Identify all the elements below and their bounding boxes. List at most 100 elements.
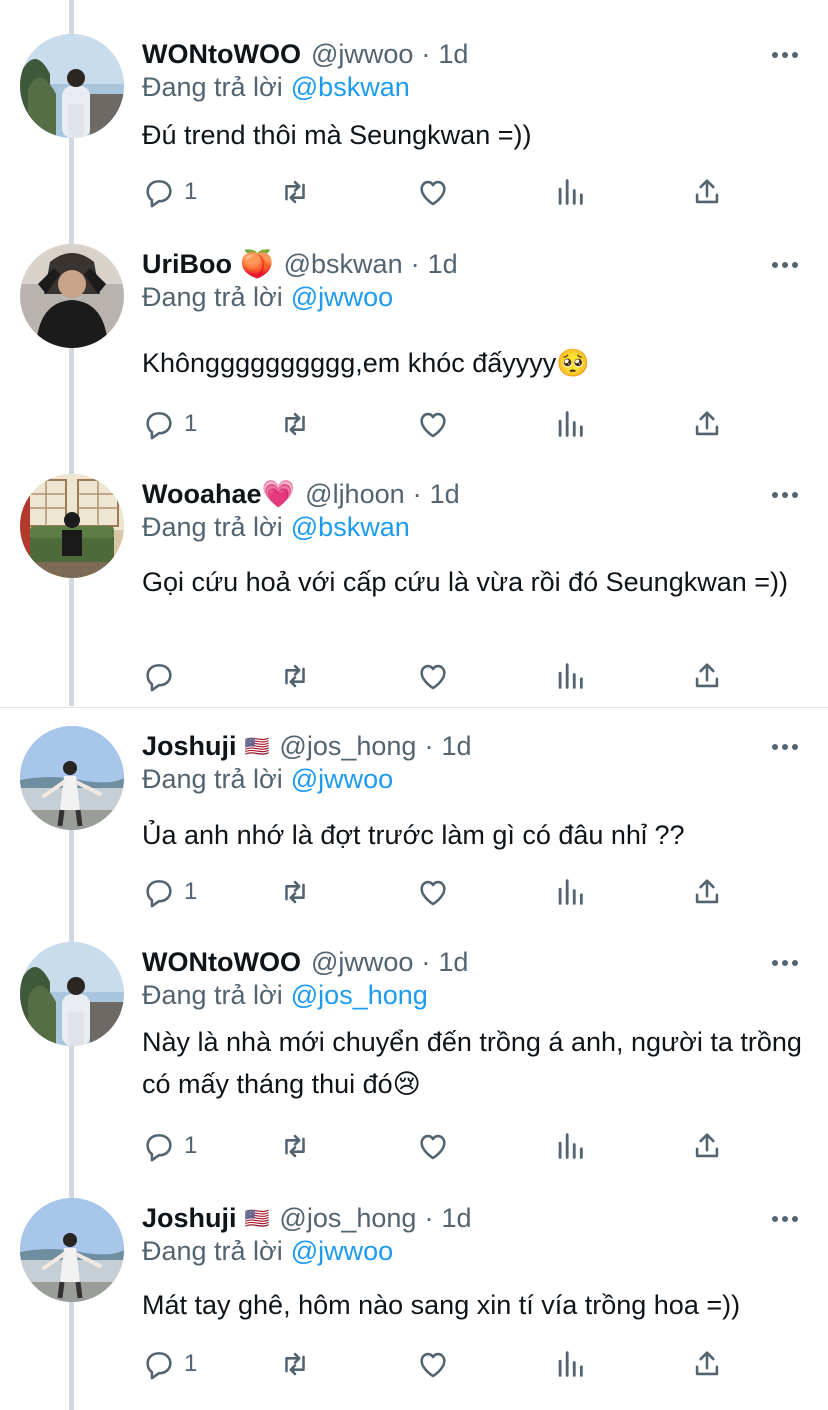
avatar-wontowoo-image	[20, 34, 124, 138]
reply-count: 1	[184, 878, 198, 905]
like-button[interactable]	[416, 1344, 450, 1384]
retweet-button[interactable]	[278, 1126, 312, 1166]
mention-link[interactable]: @bskwan	[291, 72, 410, 102]
user-handle[interactable]: @ljhoon	[305, 479, 404, 510]
retweet-button[interactable]	[278, 872, 312, 912]
heart-icon	[420, 880, 446, 906]
like-button[interactable]	[416, 872, 450, 912]
analytics-button[interactable]	[553, 172, 587, 212]
analytics-button[interactable]	[553, 1344, 587, 1384]
tweet-text: Này là nhà mới chuyển đến trồng á anh, n…	[142, 1027, 802, 1099]
avatar[interactable]	[20, 474, 124, 578]
action-bar	[142, 656, 742, 696]
share-button[interactable]	[690, 404, 724, 444]
reply-button[interactable]: 1	[142, 872, 197, 912]
mention-link[interactable]: @jos_hong	[291, 980, 428, 1010]
analytics-button[interactable]	[553, 1126, 587, 1166]
retweet-button[interactable]	[278, 1344, 312, 1384]
reply-icon	[146, 880, 172, 908]
mention-link[interactable]: @jwwoo	[291, 282, 393, 312]
analytics-icon	[558, 1133, 583, 1159]
more-options-icon[interactable]	[772, 1216, 798, 1222]
avatar[interactable]	[20, 244, 124, 348]
avatar[interactable]	[20, 726, 124, 830]
tweet[interactable]: Joshuji 🇺🇸 @jos_hong · 1d Đang trả lời @j…	[0, 726, 828, 916]
reply-button[interactable]: 1	[142, 404, 197, 444]
tweet[interactable]: Wooahae 💗 @ljhoon · 1d Đang trả lời @bskw…	[0, 474, 828, 704]
avatar[interactable]	[20, 942, 124, 1046]
analytics-button[interactable]	[553, 872, 587, 912]
like-button[interactable]	[416, 1126, 450, 1166]
analytics-button[interactable]	[553, 656, 587, 696]
tweet[interactable]: Joshuji 🇺🇸 @jos_hong · 1d Đang trả lời @j…	[0, 1198, 828, 1388]
reply-button[interactable]: 1	[142, 172, 197, 212]
mention-link[interactable]: @jwwoo	[291, 764, 393, 794]
timestamp[interactable]: 1d	[438, 39, 468, 70]
reply-button[interactable]: 1	[142, 1126, 197, 1166]
retweet-icon	[285, 1134, 305, 1158]
heart-icon	[420, 412, 446, 438]
timestamp[interactable]: 1d	[428, 249, 458, 280]
reply-icon	[146, 412, 172, 440]
analytics-button[interactable]	[553, 404, 587, 444]
replying-to: Đang trả lời @jwwoo	[142, 282, 393, 313]
tweet[interactable]: UriBoo 🍑 @bskwan · 1d Đang trả lời @jwwoo…	[0, 244, 828, 454]
timestamp[interactable]: 1d	[430, 479, 460, 510]
display-name[interactable]: UriBoo	[142, 249, 232, 280]
share-button[interactable]	[690, 1126, 724, 1166]
tweet[interactable]: WONtoWOO @jwwoo · 1d Đang trả lời @jos_ho…	[0, 942, 828, 1172]
user-handle[interactable]: @jwwoo	[311, 39, 413, 70]
display-name[interactable]: Joshuji	[142, 731, 237, 762]
timestamp[interactable]: 1d	[441, 1203, 471, 1234]
user-handle[interactable]: @bskwan	[284, 249, 403, 280]
avatar[interactable]	[20, 34, 124, 138]
timestamp[interactable]: 1d	[438, 947, 468, 978]
heart-icon	[420, 1352, 446, 1378]
like-button[interactable]	[416, 656, 450, 696]
display-name[interactable]: WONtoWOO	[142, 39, 301, 70]
more-options-icon[interactable]	[772, 492, 798, 498]
more-options-icon[interactable]	[772, 960, 798, 966]
tweet[interactable]: WONtoWOO @jwwoo · 1d Đang trả lời @bskwan…	[0, 34, 828, 224]
share-button[interactable]	[690, 656, 724, 696]
tweet-text: Đú trend thôi mà Seungkwan =))	[142, 120, 532, 150]
name-emoji: 🍑	[240, 249, 274, 279]
more-options-icon[interactable]	[772, 52, 798, 58]
display-name[interactable]: Wooahae	[142, 479, 262, 510]
reply-count: 1	[184, 410, 198, 437]
like-button[interactable]	[416, 404, 450, 444]
avatar-joshuji-image	[20, 726, 124, 830]
display-name[interactable]: WONtoWOO	[142, 947, 301, 978]
retweet-button[interactable]	[278, 656, 312, 696]
reply-button[interactable]: 1	[142, 1344, 197, 1384]
user-handle[interactable]: @jwwoo	[311, 947, 413, 978]
share-button[interactable]	[690, 1344, 724, 1384]
like-button[interactable]	[416, 172, 450, 212]
reply-count: 1	[184, 1350, 198, 1377]
timestamp[interactable]: 1d	[441, 731, 471, 762]
reply-count: 1	[184, 1132, 198, 1159]
name-emoji: 💗	[261, 479, 296, 509]
reply-button[interactable]	[142, 656, 184, 696]
separator-dot: ·	[410, 248, 420, 279]
tweet-header: UriBoo 🍑 @bskwan · 1d	[142, 244, 458, 284]
replying-to-label: Đang trả lời	[142, 764, 283, 794]
action-bar: 1	[142, 172, 742, 212]
user-handle[interactable]: @jos_hong	[279, 1203, 416, 1234]
share-button[interactable]	[690, 172, 724, 212]
separator-dot: ·	[424, 1202, 434, 1233]
share-icon	[695, 879, 719, 904]
display-name[interactable]: Joshuji	[142, 1203, 237, 1234]
avatar[interactable]	[20, 1198, 124, 1302]
share-button[interactable]	[690, 872, 724, 912]
separator-dot: ·	[424, 730, 434, 761]
more-options-icon[interactable]	[772, 262, 798, 268]
user-handle[interactable]: @jos_hong	[279, 731, 416, 762]
mention-link[interactable]: @bskwan	[291, 512, 410, 542]
more-options-icon[interactable]	[772, 744, 798, 750]
retweet-button[interactable]	[278, 172, 312, 212]
tweet-text: Gọi cứu hoả với cấp cứu là vừa rồi đó Se…	[142, 567, 788, 597]
reply-icon	[146, 1352, 172, 1380]
retweet-button[interactable]	[278, 404, 312, 444]
mention-link[interactable]: @jwwoo	[291, 1236, 393, 1266]
